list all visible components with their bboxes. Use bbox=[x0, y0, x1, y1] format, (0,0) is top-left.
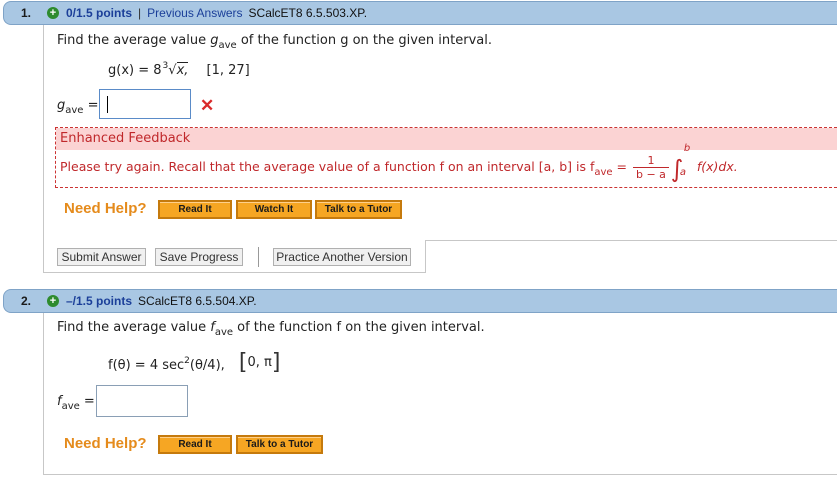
integral-upper-limit: b bbox=[683, 143, 691, 154]
question-1-header: 1. + 0/1.5 points | Previous Answers SCalcE… bbox=[3, 1, 837, 25]
right-bracket: ] bbox=[271, 350, 281, 375]
radicand: x, bbox=[176, 62, 189, 78]
prompt-text: Find the average value bbox=[57, 320, 211, 335]
fraction-denominator: b − a bbox=[635, 168, 666, 181]
left-bracket: [ bbox=[238, 350, 248, 375]
question-points: 0/1.5 points | Previous Answers SCalcET8 6.… bbox=[66, 6, 368, 20]
points-label: –/1.5 points bbox=[66, 294, 133, 308]
feedback-subscript: ave bbox=[594, 167, 613, 178]
feedback-text: Please try again. Recall that the averag… bbox=[60, 143, 738, 183]
function-text-end: (θ/4), bbox=[189, 358, 225, 373]
prompt-text-end: of the function g on the given interval. bbox=[236, 33, 492, 48]
question-code: SCalcET8 6.5.504.XP. bbox=[138, 294, 257, 308]
answer-label: fave = bbox=[57, 394, 95, 412]
incorrect-x-icon: ✕ bbox=[200, 96, 215, 115]
question-1-bottom-border bbox=[43, 272, 426, 273]
prompt-variable: g bbox=[210, 33, 219, 48]
integral-lower-limit: a bbox=[679, 167, 687, 178]
integrand: f(x)dx. bbox=[692, 159, 738, 174]
prompt-subscript: ave bbox=[218, 40, 237, 51]
text-cursor bbox=[107, 96, 108, 113]
feedback-equals: = bbox=[612, 159, 631, 174]
expand-plus-icon[interactable]: + bbox=[47, 295, 59, 307]
function-expression: g(x) = 83√x, [1, 27] bbox=[108, 61, 250, 78]
talk-to-tutor-button[interactable]: Talk to a Tutor bbox=[236, 435, 323, 454]
button-divider bbox=[258, 247, 259, 267]
talk-to-tutor-button[interactable]: Talk to a Tutor bbox=[315, 200, 402, 219]
need-help-label: Need Help? bbox=[64, 435, 147, 452]
interval-values: 0, π bbox=[247, 355, 272, 370]
feedback-fraction: 1b − a bbox=[632, 154, 669, 181]
answer-label: gave = bbox=[57, 98, 99, 116]
function-expression: f(θ) = 4 sec2(θ/4), [0, π] bbox=[108, 350, 280, 375]
points-label: 0/1.5 points bbox=[66, 6, 133, 20]
answer-subscript: ave bbox=[61, 401, 80, 412]
question-2-header: 2. + –/1.5 points SCalcET8 6.5.504.XP. bbox=[3, 289, 837, 313]
previous-answers-link[interactable]: Previous Answers bbox=[147, 6, 242, 20]
answer-input-2[interactable] bbox=[96, 385, 188, 417]
enhanced-feedback-box: Enhanced Feedback Please try again. Reca… bbox=[55, 127, 837, 188]
prompt-text-end: of the function f on the given interval. bbox=[233, 320, 485, 335]
integral-sign: ∫ b a bbox=[671, 143, 693, 183]
feedback-title: Enhanced Feedback bbox=[56, 128, 837, 150]
read-it-button[interactable]: Read It bbox=[158, 200, 232, 219]
question-1-prompt: Find the average value gave of the funct… bbox=[57, 33, 492, 51]
question-2-bottom-border bbox=[43, 474, 837, 475]
interval: [1, 27] bbox=[206, 63, 250, 78]
interval: [0, π] bbox=[239, 350, 281, 375]
question-points: –/1.5 points SCalcET8 6.5.504.XP. bbox=[66, 290, 257, 312]
question-number: 1. bbox=[21, 6, 32, 20]
fraction-numerator: 1 bbox=[632, 154, 669, 168]
read-it-button[interactable]: Read It bbox=[158, 435, 232, 454]
radical-sign: √ bbox=[168, 63, 177, 78]
feedback-sentence: Please try again. Recall that the averag… bbox=[60, 159, 595, 174]
answer-subscript: ave bbox=[65, 105, 84, 116]
submit-answer-button[interactable]: Submit Answer bbox=[57, 248, 146, 266]
question-1-tab-edge bbox=[425, 240, 426, 273]
question-number: 2. bbox=[21, 294, 32, 308]
answer-input-1[interactable] bbox=[99, 89, 191, 119]
question-1-right-edge bbox=[425, 240, 837, 241]
question-code: SCalcET8 6.5.503.XP. bbox=[248, 6, 368, 20]
practice-another-version-button[interactable]: Practice Another Version bbox=[273, 248, 411, 266]
watch-it-button[interactable]: Watch It bbox=[236, 200, 312, 219]
expand-plus-icon[interactable]: + bbox=[47, 7, 59, 19]
question-2-prompt: Find the average value fave of the funct… bbox=[57, 320, 485, 338]
prompt-subscript: ave bbox=[214, 327, 234, 338]
save-progress-button[interactable]: Save Progress bbox=[155, 248, 243, 266]
function-text: g(x) = 8 bbox=[108, 63, 162, 78]
need-help-label: Need Help? bbox=[64, 200, 147, 217]
prompt-text: Find the average value bbox=[57, 33, 211, 48]
function-text: f(θ) = 4 sec bbox=[108, 358, 185, 373]
